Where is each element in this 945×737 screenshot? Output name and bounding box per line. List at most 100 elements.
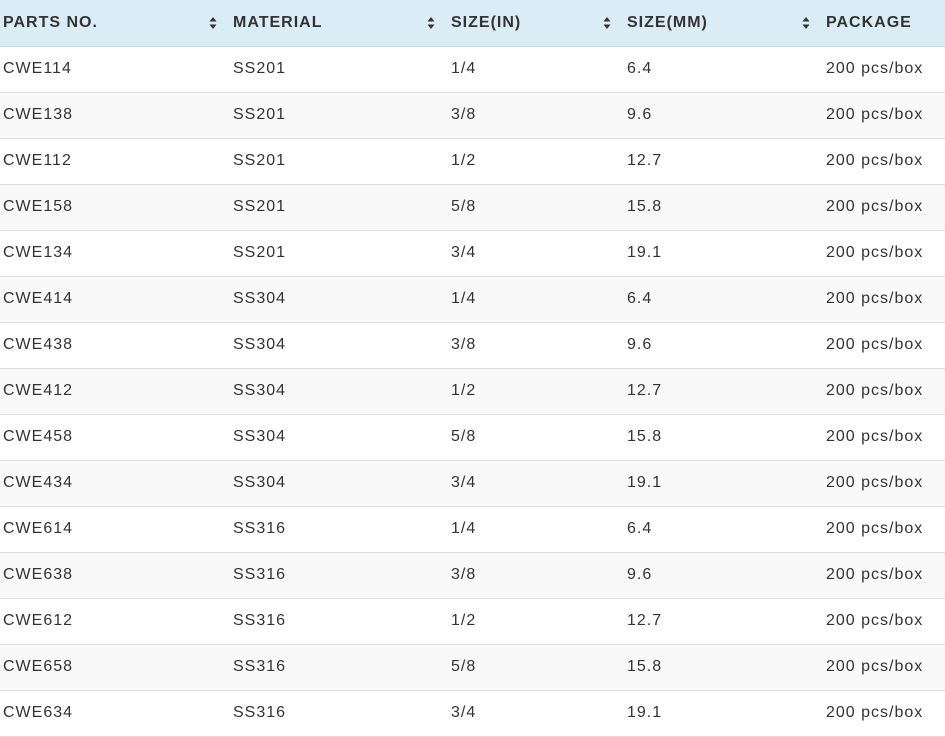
cell-parts-no: CWE112 bbox=[3, 152, 72, 169]
table-row: CWE434 SS304 3/4 19.1 200 pcs/box bbox=[0, 461, 945, 507]
cell-size-mm: 19.1 bbox=[627, 704, 663, 721]
cell-size-in: 5/8 bbox=[451, 198, 477, 215]
cell-parts-no: CWE134 bbox=[3, 244, 74, 261]
cell-package: 200 pcs/box bbox=[826, 106, 924, 123]
cell-size-mm: 12.7 bbox=[627, 152, 663, 169]
table-row: CWE134 SS201 3/4 19.1 200 pcs/box bbox=[0, 231, 945, 277]
cell-size-mm: 19.1 bbox=[627, 244, 663, 261]
cell-parts-no: CWE612 bbox=[3, 612, 74, 629]
sort-icon[interactable] bbox=[427, 16, 435, 30]
table-row: CWE638 SS316 3/8 9.6 200 pcs/box bbox=[0, 553, 945, 599]
cell-material: SS316 bbox=[233, 612, 287, 629]
cell-parts-no: CWE138 bbox=[3, 106, 74, 123]
cell-material: SS316 bbox=[233, 566, 287, 583]
table-row: CWE112 SS201 1/2 12.7 200 pcs/box bbox=[0, 139, 945, 185]
cell-material: SS201 bbox=[233, 152, 287, 169]
table-row: CWE114 SS201 1/4 6.4 200 pcs/box bbox=[0, 47, 945, 93]
header-package[interactable]: PACKAGE bbox=[826, 0, 912, 46]
cell-package: 200 pcs/box bbox=[826, 198, 924, 215]
cell-package: 200 pcs/box bbox=[826, 244, 924, 261]
cell-size-mm: 19.1 bbox=[627, 474, 663, 491]
cell-parts-no: CWE434 bbox=[3, 474, 74, 491]
cell-size-mm: 9.6 bbox=[627, 106, 653, 123]
cell-parts-no: CWE638 bbox=[3, 566, 74, 583]
cell-size-in: 1/2 bbox=[451, 152, 477, 169]
sort-icon[interactable] bbox=[209, 16, 217, 30]
sort-icon[interactable] bbox=[802, 16, 810, 30]
sort-icon[interactable] bbox=[603, 16, 611, 30]
cell-material: SS201 bbox=[233, 106, 287, 123]
cell-parts-no: CWE414 bbox=[3, 290, 74, 307]
cell-parts-no: CWE458 bbox=[3, 428, 74, 445]
table-row: CWE634 SS316 3/4 19.1 200 pcs/box bbox=[0, 691, 945, 737]
cell-package: 200 pcs/box bbox=[826, 428, 924, 445]
cell-size-in: 3/8 bbox=[451, 566, 477, 583]
cell-size-mm: 6.4 bbox=[627, 520, 653, 537]
table-row: CWE412 SS304 1/2 12.7 200 pcs/box bbox=[0, 369, 945, 415]
cell-package: 200 pcs/box bbox=[826, 566, 924, 583]
table-row: CWE458 SS304 5/8 15.8 200 pcs/box bbox=[0, 415, 945, 461]
cell-package: 200 pcs/box bbox=[826, 612, 924, 629]
table-row: CWE158 SS201 5/8 15.8 200 pcs/box bbox=[0, 185, 945, 231]
cell-size-in: 1/4 bbox=[451, 290, 477, 307]
cell-size-mm: 12.7 bbox=[627, 612, 663, 629]
cell-size-mm: 12.7 bbox=[627, 382, 663, 399]
cell-material: SS316 bbox=[233, 704, 287, 721]
cell-size-in: 1/4 bbox=[451, 60, 477, 77]
cell-material: SS304 bbox=[233, 428, 287, 445]
cell-size-mm: 9.6 bbox=[627, 336, 653, 353]
cell-size-in: 5/8 bbox=[451, 428, 477, 445]
cell-parts-no: CWE114 bbox=[3, 60, 72, 77]
cell-material: SS304 bbox=[233, 474, 287, 491]
cell-parts-no: CWE158 bbox=[3, 198, 74, 215]
cell-size-in: 3/8 bbox=[451, 336, 477, 353]
cell-material: SS201 bbox=[233, 198, 287, 215]
cell-material: SS316 bbox=[233, 658, 287, 675]
table-row: CWE658 SS316 5/8 15.8 200 pcs/box bbox=[0, 645, 945, 691]
table-row: CWE138 SS201 3/8 9.6 200 pcs/box bbox=[0, 93, 945, 139]
cell-parts-no: CWE412 bbox=[3, 382, 74, 399]
cell-parts-no: CWE634 bbox=[3, 704, 74, 721]
cell-size-in: 1/2 bbox=[451, 382, 477, 399]
cell-parts-no: CWE614 bbox=[3, 520, 74, 537]
header-size-in[interactable]: SIZE(IN) bbox=[451, 0, 521, 46]
cell-size-in: 3/4 bbox=[451, 474, 477, 491]
cell-package: 200 pcs/box bbox=[826, 336, 924, 353]
cell-size-in: 3/4 bbox=[451, 704, 477, 721]
header-size-mm[interactable]: SIZE(MM) bbox=[627, 0, 708, 46]
cell-parts-no: CWE658 bbox=[3, 658, 74, 675]
cell-size-in: 5/8 bbox=[451, 658, 477, 675]
table-row: CWE612 SS316 1/2 12.7 200 pcs/box bbox=[0, 599, 945, 645]
cell-material: SS201 bbox=[233, 244, 287, 261]
cell-size-mm: 6.4 bbox=[627, 60, 653, 77]
table-row: CWE614 SS316 1/4 6.4 200 pcs/box bbox=[0, 507, 945, 553]
cell-size-in: 3/8 bbox=[451, 106, 477, 123]
cell-material: SS316 bbox=[233, 520, 287, 537]
table-row: CWE438 SS304 3/8 9.6 200 pcs/box bbox=[0, 323, 945, 369]
cell-material: SS304 bbox=[233, 382, 287, 399]
cell-package: 200 pcs/box bbox=[826, 658, 924, 675]
cell-size-mm: 15.8 bbox=[627, 198, 663, 215]
cell-size-mm: 6.4 bbox=[627, 290, 653, 307]
cell-size-in: 3/4 bbox=[451, 244, 477, 261]
cell-package: 200 pcs/box bbox=[826, 382, 924, 399]
cell-package: 200 pcs/box bbox=[826, 704, 924, 721]
cell-package: 200 pcs/box bbox=[826, 60, 924, 77]
cell-size-mm: 15.8 bbox=[627, 428, 663, 445]
cell-material: SS201 bbox=[233, 60, 287, 77]
cell-parts-no: CWE438 bbox=[3, 336, 74, 353]
cell-package: 200 pcs/box bbox=[826, 474, 924, 491]
cell-package: 200 pcs/box bbox=[826, 290, 924, 307]
header-parts-no[interactable]: PARTS NO. bbox=[3, 0, 98, 46]
cell-size-in: 1/4 bbox=[451, 520, 477, 537]
cell-material: SS304 bbox=[233, 290, 287, 307]
cell-size-mm: 15.8 bbox=[627, 658, 663, 675]
product-table: PARTS NO. MATERIAL SIZE(IN) SIZE(MM) PAC… bbox=[0, 0, 945, 737]
cell-package: 200 pcs/box bbox=[826, 152, 924, 169]
header-material[interactable]: MATERIAL bbox=[233, 0, 322, 46]
cell-size-in: 1/2 bbox=[451, 612, 477, 629]
cell-package: 200 pcs/box bbox=[826, 520, 924, 537]
cell-size-mm: 9.6 bbox=[627, 566, 653, 583]
cell-material: SS304 bbox=[233, 336, 287, 353]
table-row: CWE414 SS304 1/4 6.4 200 pcs/box bbox=[0, 277, 945, 323]
